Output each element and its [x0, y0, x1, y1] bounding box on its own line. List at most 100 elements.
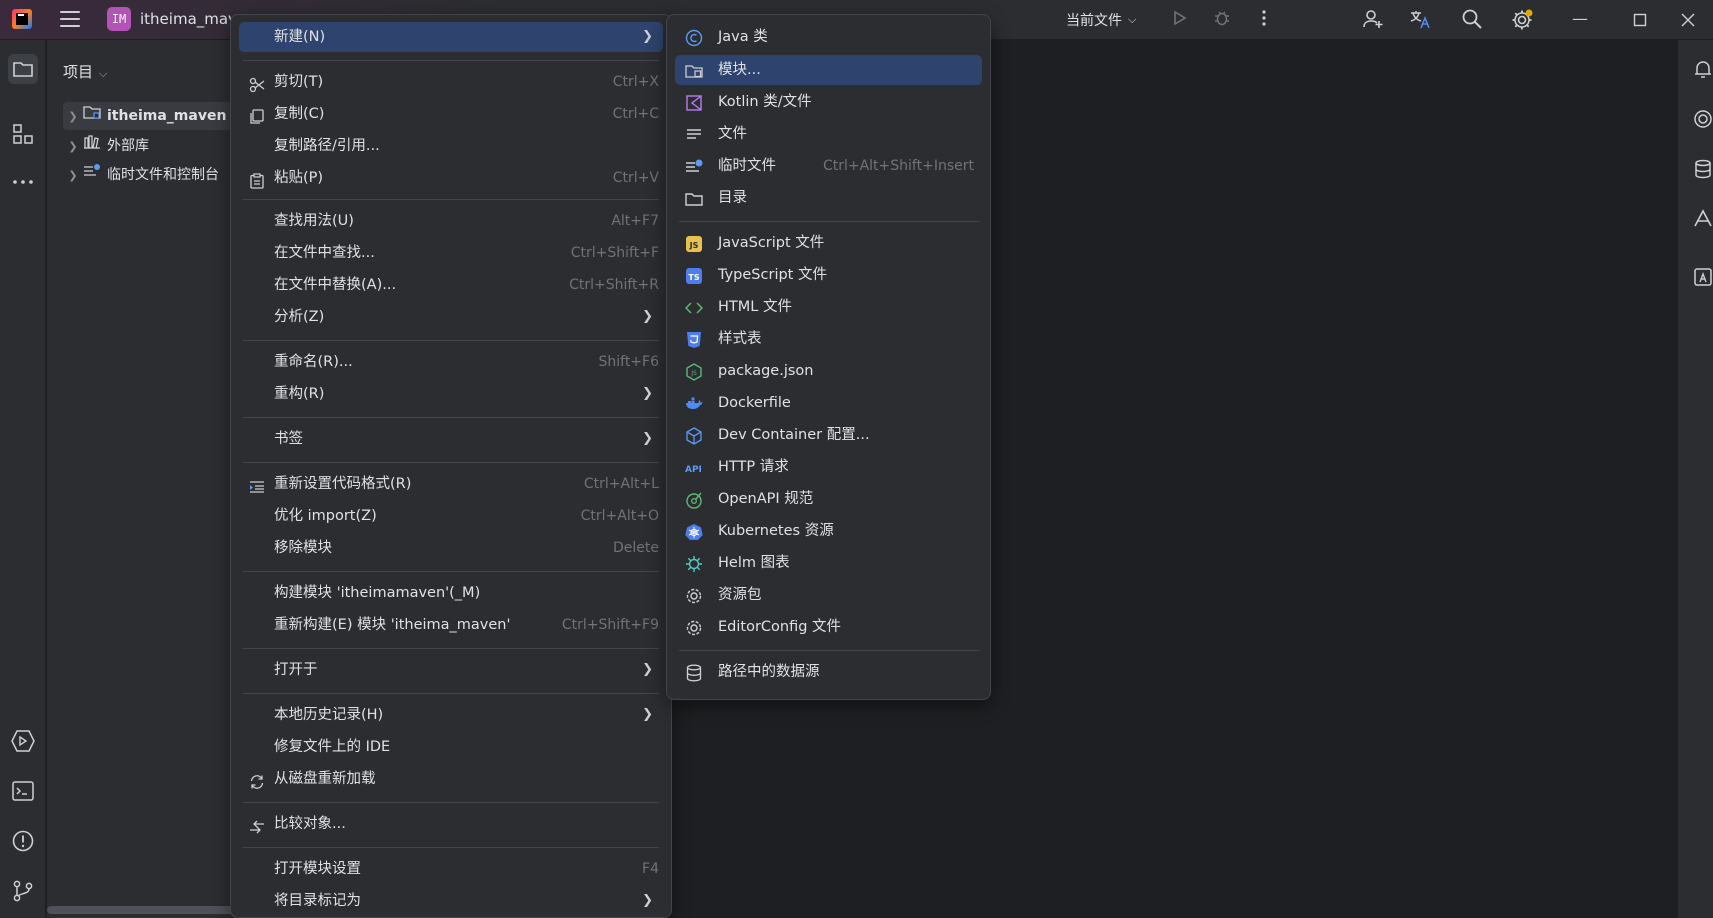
chevron-right-icon[interactable]: ❯ — [63, 162, 83, 190]
menu-item-build-module[interactable]: 构建模块 'itheimamaven'(_M) — [239, 578, 663, 608]
intellij-logo-icon[interactable] — [12, 9, 32, 29]
add-user-icon[interactable] — [1361, 8, 1385, 32]
submenu-item-javascript[interactable]: JS JavaScript 文件 — [675, 228, 982, 258]
menu-item-shortcut: Ctrl+Alt+L — [583, 476, 659, 492]
project-badge[interactable]: IM — [107, 7, 131, 31]
submenu-item-file[interactable]: 文件 — [675, 119, 982, 149]
problems-icon[interactable] — [8, 826, 38, 856]
menu-item-optimize-imports[interactable]: 优化 import(Z) Ctrl+Alt+O — [239, 501, 663, 531]
close-button[interactable] — [1662, 0, 1713, 40]
submenu-item-scratch-file[interactable]: 临时文件 Ctrl+Alt+Shift+Insert — [675, 151, 982, 181]
services-run-icon[interactable] — [8, 726, 38, 756]
submenu-item-helm-chart[interactable]: Helm 图表 — [675, 548, 982, 578]
more-tools-icon[interactable] — [8, 167, 38, 197]
maven-icon[interactable] — [1692, 208, 1713, 230]
menu-item-new[interactable]: 新建(N) ❯ — [239, 22, 663, 52]
submenu-item-label: 临时文件 — [718, 158, 776, 174]
run-config-selector[interactable]: 当前文件 ⌵ — [1066, 0, 1136, 40]
menu-item-local-history[interactable]: 本地历史记录(H) ❯ — [239, 700, 663, 730]
translation-panel-icon[interactable] — [1692, 266, 1713, 288]
library-icon — [83, 132, 103, 160]
notifications-bell-icon[interactable] — [1692, 58, 1713, 80]
menu-item-label: 优化 import(Z) — [274, 508, 377, 524]
submenu-item-label: OpenAPI 规范 — [718, 491, 814, 507]
debug-icon[interactable] — [1210, 8, 1234, 32]
menu-item-shortcut: Ctrl+X — [612, 74, 659, 90]
menu-separator — [243, 648, 659, 649]
menu-item-find-in-files[interactable]: 在文件中查找... Ctrl+Shift+F — [239, 238, 663, 268]
project-name[interactable]: itheima_mav — [140, 10, 237, 28]
submenu-item-label: Kotlin 类/文件 — [718, 94, 812, 110]
run-icon[interactable] — [1167, 8, 1191, 32]
project-panel-title[interactable]: 项目 ⌵ — [63, 61, 107, 82]
svg-text:TS: TS — [688, 273, 699, 282]
submenu-item-directory[interactable]: 目录 — [675, 183, 982, 213]
submenu-item-openapi[interactable]: OpenAPI 规范 — [675, 484, 982, 514]
structure-icon[interactable] — [8, 119, 38, 149]
main-menu-icon[interactable] — [60, 11, 80, 29]
submenu-item-dockerfile[interactable]: Dockerfile — [675, 388, 982, 418]
menu-item-bookmarks[interactable]: 书签 ❯ — [239, 424, 663, 454]
menu-item-open-in[interactable]: 打开于 ❯ — [239, 655, 663, 685]
menu-item-reformat-code[interactable]: 重新设置代码格式(R) Ctrl+Alt+L — [239, 469, 663, 499]
ai-assistant-icon[interactable] — [1692, 108, 1713, 130]
menu-item-label: 重构(R) — [274, 386, 325, 402]
database-tool-icon[interactable] — [1692, 158, 1713, 180]
translate-icon[interactable] — [1409, 8, 1433, 32]
submenu-item-label: 资源包 — [718, 587, 762, 603]
menu-item-compare-with[interactable]: 比较对象... — [239, 809, 663, 839]
menu-item-replace-in-files[interactable]: 在文件中替换(A)... Ctrl+Shift+R — [239, 270, 663, 300]
submenu-item-label: package.json — [718, 363, 814, 379]
menu-item-shortcut: Shift+F6 — [598, 354, 659, 370]
submenu-item-label: TypeScript 文件 — [718, 267, 827, 283]
menu-item-repair-ide[interactable]: 修复文件上的 IDE — [239, 732, 663, 762]
menu-item-mark-directory-as[interactable]: 将目录标记为 ❯ — [239, 886, 663, 916]
submenu-item-kubernetes[interactable]: Kubernetes 资源 — [675, 516, 982, 546]
menu-item-label: 查找用法(U) — [274, 213, 354, 229]
tree-item-label: 外部库 — [107, 138, 149, 154]
submenu-item-module[interactable]: 模块... — [675, 55, 982, 85]
maximize-button[interactable] — [1612, 0, 1668, 40]
menu-item-refactor[interactable]: 重构(R) ❯ — [239, 379, 663, 409]
submenu-item-label: HTTP 请求 — [718, 459, 789, 475]
submenu-item-http-request[interactable]: API HTTP 请求 — [675, 452, 982, 482]
more-vertical-icon[interactable] — [1252, 8, 1276, 32]
module-icon — [685, 61, 703, 79]
menu-item-remove-module[interactable]: 移除模块 Delete — [239, 533, 663, 563]
submenu-item-kotlin[interactable]: Kotlin 类/文件 — [675, 87, 982, 117]
horizontal-scrollbar[interactable] — [47, 906, 237, 914]
search-icon[interactable] — [1460, 8, 1484, 32]
submenu-item-typescript[interactable]: TS TypeScript 文件 — [675, 260, 982, 290]
menu-item-paste[interactable]: 粘贴(P) Ctrl+V — [239, 163, 663, 193]
submenu-item-java-class[interactable]: Java 类 — [675, 22, 982, 52]
submenu-item-resource-bundle[interactable]: 资源包 — [675, 580, 982, 610]
menu-item-cut[interactable]: 剪切(T) Ctrl+X — [239, 67, 663, 97]
chevron-right-icon: ❯ — [642, 707, 653, 722]
minimize-button[interactable]: — — [1552, 0, 1608, 40]
submenu-item-package-json[interactable]: JS package.json — [675, 356, 982, 386]
submenu-item-editorconfig[interactable]: EditorConfig 文件 — [675, 612, 982, 642]
submenu-item-dev-container[interactable]: Dev Container 配置... — [675, 420, 982, 450]
chevron-right-icon: ❯ — [642, 662, 653, 677]
terminal-icon[interactable] — [8, 776, 38, 806]
submenu-item-stylesheet[interactable]: 样式表 — [675, 324, 982, 354]
menu-item-copy[interactable]: 复制(C) Ctrl+C — [239, 99, 663, 129]
menu-item-reload-from-disk[interactable]: 从磁盘重新加载 — [239, 764, 663, 794]
submenu-item-html[interactable]: HTML 文件 — [675, 292, 982, 322]
chevron-right-icon[interactable]: ❯ — [63, 103, 83, 131]
menu-separator — [243, 199, 659, 200]
menu-item-shortcut: F4 — [642, 861, 659, 877]
git-icon[interactable] — [8, 876, 38, 906]
menu-item-copy-path[interactable]: 复制路径/引用... — [239, 131, 663, 161]
menu-item-open-module-settings[interactable]: 打开模块设置 F4 — [239, 854, 663, 884]
settings-gear-icon[interactable] — [1510, 8, 1534, 32]
menu-item-analyze[interactable]: 分析(Z) ❯ — [239, 302, 663, 332]
menu-item-find-usages[interactable]: 查找用法(U) Alt+F7 — [239, 206, 663, 236]
chevron-right-icon[interactable]: ❯ — [63, 133, 83, 161]
submenu-item-label: 目录 — [718, 190, 747, 206]
project-tool-folder-icon[interactable] — [8, 54, 38, 84]
menu-item-rename[interactable]: 重命名(R)... Shift+F6 — [239, 347, 663, 377]
menu-item-rebuild-module[interactable]: 重新构建(E) 模块 'itheima_maven' Ctrl+Shift+F9 — [239, 610, 663, 640]
submenu-item-data-source-in-path[interactable]: 路径中的数据源 — [675, 657, 982, 687]
chevron-right-icon: ❯ — [642, 431, 653, 446]
